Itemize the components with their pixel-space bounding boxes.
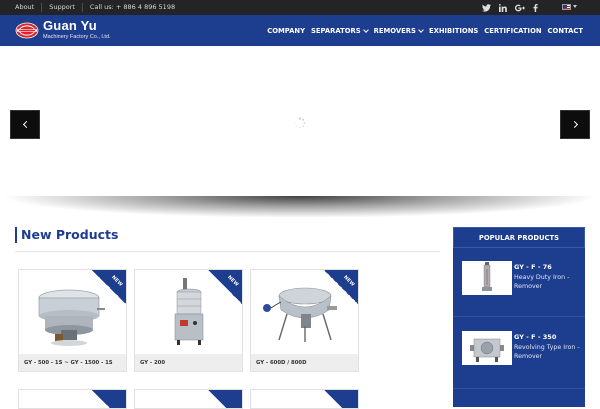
product-caption: GY - 600D / 800D	[251, 354, 358, 371]
social-links	[482, 2, 538, 13]
nav-contact[interactable]: CONTACT	[548, 27, 583, 35]
product-thumbnail	[462, 261, 512, 295]
product-thumbnail	[462, 331, 512, 365]
chevron-down-icon	[362, 26, 369, 33]
product-card[interactable]: NEW GY - 600D / 800D	[250, 269, 359, 372]
nav-contact-label: CONTACT	[547, 26, 583, 35]
nav-exhibitions-label: EXHIBITIONS	[428, 26, 479, 35]
chevron-left-icon	[22, 120, 30, 129]
product-caption: GY - 200	[135, 354, 242, 371]
popular-item-desc: Revolving Type Iron - Remover	[514, 344, 580, 360]
product-card[interactable]	[18, 389, 127, 409]
main-header: Guan Yu Machinery Factory Co., Ltd. COMP…	[0, 15, 600, 46]
nav-removers[interactable]: REMOVERS	[373, 26, 424, 35]
brand-name[interactable]: Guan Yu	[43, 19, 97, 33]
nav-company[interactable]: COMPANY	[267, 27, 305, 35]
nav-separators[interactable]: SEPARATORS	[311, 26, 369, 35]
new-badge: NEW	[324, 270, 358, 304]
new-badge-label: NEW	[225, 275, 239, 288]
product-caption: GY - 500 - 1S ~ GY - 1500 - 1S	[19, 354, 126, 371]
popular-item-desc: Heavy Duty Iron - Remover	[514, 274, 570, 290]
spinner-icon	[295, 117, 306, 129]
support-link[interactable]: Support	[42, 3, 83, 12]
section-divider	[15, 251, 440, 252]
new-products-title: New Products	[15, 227, 118, 243]
linkedin-icon[interactable]	[499, 3, 507, 12]
nav-certification-label: CERTIFICATION	[484, 26, 542, 35]
popular-item[interactable]: GY - F - 76 Heavy Duty Iron - Remover	[453, 255, 585, 323]
popular-item-code: GY - F - 76	[514, 263, 552, 271]
popular-products-panel: POPULAR PRODUCTS GY - F - 76 Heavy Duty …	[453, 227, 585, 407]
popular-item-code: GY - F - 350	[514, 333, 557, 341]
google-plus-icon[interactable]	[515, 4, 525, 12]
slider-prev-button[interactable]	[10, 110, 40, 139]
us-flag-icon[interactable]	[562, 4, 571, 10]
nav-removers-label: REMOVERS	[373, 26, 416, 35]
product-card[interactable]	[250, 389, 359, 409]
language-caret-icon[interactable]	[573, 5, 577, 8]
brand-subtitle: Machinery Factory Co., Ltd.	[43, 34, 111, 40]
new-badge-label: NEW	[341, 275, 355, 288]
nav-company-label: COMPANY	[267, 26, 305, 35]
slider-next-button[interactable]	[560, 110, 590, 139]
nav-certification[interactable]: CERTIFICATION	[484, 27, 541, 35]
company-logo-icon[interactable]	[15, 22, 39, 39]
about-link[interactable]: About	[15, 3, 43, 12]
chevron-right-icon	[570, 120, 578, 129]
nav-separators-label: SEPARATORS	[311, 26, 361, 35]
new-badge-label: NEW	[109, 275, 123, 288]
product-card[interactable]: NEW GY - 500 - 1S ~ GY - 1500 - 1S	[18, 269, 127, 372]
popular-products-title: POPULAR PRODUCTS	[453, 227, 585, 248]
new-badge: NEW	[92, 270, 126, 304]
product-card[interactable]	[134, 389, 243, 409]
divider	[453, 316, 585, 317]
divider	[453, 388, 585, 389]
popular-item[interactable]: GY - F - 350 Revolving Type Iron - Remov…	[453, 325, 585, 393]
call-us-text: Call us: + 886 4 896 5198	[89, 3, 176, 11]
product-card[interactable]: NEW GY - 200	[134, 269, 243, 372]
chevron-down-icon	[418, 26, 424, 33]
twitter-icon[interactable]	[482, 3, 491, 12]
nav-exhibitions[interactable]: EXHIBITIONS	[429, 27, 478, 35]
facebook-icon[interactable]	[533, 3, 538, 12]
new-badge: NEW	[208, 270, 242, 304]
slider-shadow	[0, 196, 600, 218]
main-nav: COMPANY SEPARATORS REMOVERS EXHIBITIONS …	[267, 15, 583, 46]
top-links: About Support Call us: + 886 4 896 5198	[15, 0, 182, 15]
top-bar: About Support Call us: + 886 4 896 5198	[0, 0, 600, 15]
